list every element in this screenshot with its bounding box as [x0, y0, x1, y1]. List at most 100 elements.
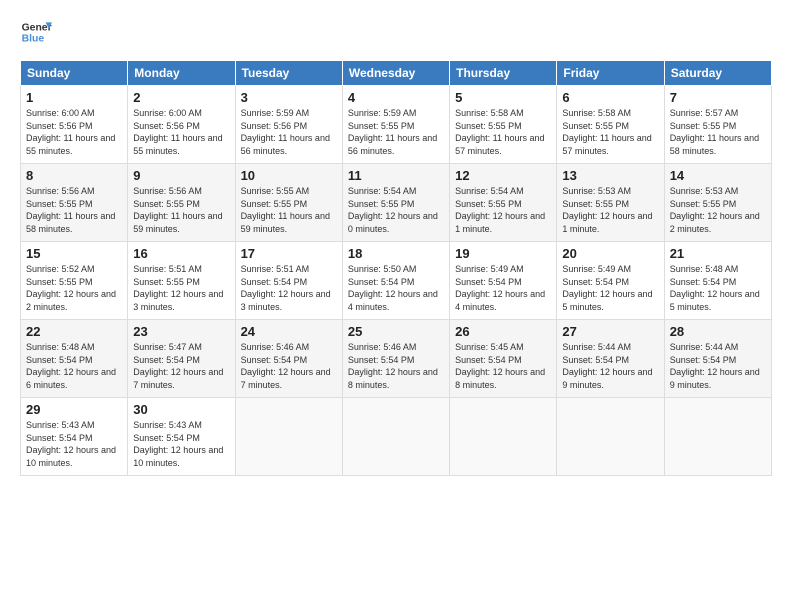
day-number: 17 [241, 246, 337, 261]
day-info: Sunrise: 5:50 AMSunset: 5:54 PMDaylight:… [348, 263, 444, 313]
day-info: Sunrise: 5:52 AMSunset: 5:55 PMDaylight:… [26, 263, 122, 313]
day-info: Sunrise: 5:56 AMSunset: 5:55 PMDaylight:… [133, 185, 229, 235]
day-info: Sunrise: 5:48 AMSunset: 5:54 PMDaylight:… [670, 263, 766, 313]
calendar-cell [342, 398, 449, 476]
day-info: Sunrise: 5:57 AMSunset: 5:55 PMDaylight:… [670, 107, 766, 157]
day-number: 10 [241, 168, 337, 183]
day-number: 3 [241, 90, 337, 105]
calendar-cell: 23 Sunrise: 5:47 AMSunset: 5:54 PMDayligh… [128, 320, 235, 398]
day-info: Sunrise: 5:43 AMSunset: 5:54 PMDaylight:… [26, 419, 122, 469]
day-number: 7 [670, 90, 766, 105]
header: General Blue [20, 16, 772, 48]
day-number: 30 [133, 402, 229, 417]
day-number: 25 [348, 324, 444, 339]
calendar-week-row: 15 Sunrise: 5:52 AMSunset: 5:55 PMDayligh… [21, 242, 772, 320]
day-number: 6 [562, 90, 658, 105]
calendar-cell: 24 Sunrise: 5:46 AMSunset: 5:54 PMDayligh… [235, 320, 342, 398]
calendar-cell: 10 Sunrise: 5:55 AMSunset: 5:55 PMDayligh… [235, 164, 342, 242]
calendar-cell: 19Sunrise: 5:49 AMSunset: 5:54 PMDayligh… [450, 242, 557, 320]
calendar-cell: 14 Sunrise: 5:53 AMSunset: 5:55 PMDayligh… [664, 164, 771, 242]
calendar-cell: 4Sunrise: 5:59 AMSunset: 5:55 PMDaylight… [342, 86, 449, 164]
day-number: 28 [670, 324, 766, 339]
day-info: Sunrise: 6:00 AMSunset: 5:56 PMDaylight:… [26, 107, 122, 157]
day-info: Sunrise: 5:44 AMSunset: 5:54 PMDaylight:… [562, 341, 658, 391]
calendar-cell: 30Sunrise: 5:43 AMSunset: 5:54 PMDayligh… [128, 398, 235, 476]
day-number: 1 [26, 90, 122, 105]
calendar-cell: 22Sunrise: 5:48 AMSunset: 5:54 PMDayligh… [21, 320, 128, 398]
day-number: 14 [670, 168, 766, 183]
day-number: 24 [241, 324, 337, 339]
calendar-table: SundayMondayTuesdayWednesdayThursdayFrid… [20, 60, 772, 476]
calendar-cell: 15 Sunrise: 5:52 AMSunset: 5:55 PMDayligh… [21, 242, 128, 320]
day-info: Sunrise: 5:46 AMSunset: 5:54 PMDaylight:… [348, 341, 444, 391]
day-number: 13 [562, 168, 658, 183]
day-info: Sunrise: 5:54 AMSunset: 5:55 PMDaylight:… [348, 185, 444, 235]
day-info: Sunrise: 5:53 AMSunset: 5:55 PMDaylight:… [562, 185, 658, 235]
day-number: 5 [455, 90, 551, 105]
calendar-cell: 7 Sunrise: 5:57 AMSunset: 5:55 PMDaylight… [664, 86, 771, 164]
day-number: 12 [455, 168, 551, 183]
calendar-cell: 9 Sunrise: 5:56 AMSunset: 5:55 PMDaylight… [128, 164, 235, 242]
calendar-cell: 12 Sunrise: 5:54 AMSunset: 5:55 PMDayligh… [450, 164, 557, 242]
day-number: 20 [562, 246, 658, 261]
calendar-cell: 13 Sunrise: 5:53 AMSunset: 5:55 PMDayligh… [557, 164, 664, 242]
calendar-week-row: 22Sunrise: 5:48 AMSunset: 5:54 PMDayligh… [21, 320, 772, 398]
day-number: 23 [133, 324, 229, 339]
calendar-cell: 5 Sunrise: 5:58 AMSunset: 5:55 PMDaylight… [450, 86, 557, 164]
logo-icon: General Blue [20, 16, 52, 48]
calendar-cell: 3 Sunrise: 5:59 AMSunset: 5:56 PMDaylight… [235, 86, 342, 164]
calendar-week-row: 1 Sunrise: 6:00 AMSunset: 5:56 PMDaylight… [21, 86, 772, 164]
day-info: Sunrise: 5:46 AMSunset: 5:54 PMDaylight:… [241, 341, 337, 391]
day-info: Sunrise: 5:44 AMSunset: 5:54 PMDaylight:… [670, 341, 766, 391]
calendar-cell [664, 398, 771, 476]
day-number: 11 [348, 168, 444, 183]
day-info: Sunrise: 5:58 AMSunset: 5:55 PMDaylight:… [455, 107, 551, 157]
calendar-cell: 27 Sunrise: 5:44 AMSunset: 5:54 PMDayligh… [557, 320, 664, 398]
day-info: Sunrise: 5:47 AMSunset: 5:54 PMDaylight:… [133, 341, 229, 391]
day-info: Sunrise: 5:59 AMSunset: 5:56 PMDaylight:… [241, 107, 337, 157]
calendar-cell: 16 Sunrise: 5:51 AMSunset: 5:55 PMDayligh… [128, 242, 235, 320]
day-info: Sunrise: 6:00 AMSunset: 5:56 PMDaylight:… [133, 107, 229, 157]
calendar-cell: 18 Sunrise: 5:50 AMSunset: 5:54 PMDayligh… [342, 242, 449, 320]
day-number: 26 [455, 324, 551, 339]
calendar-cell: 26 Sunrise: 5:45 AMSunset: 5:54 PMDayligh… [450, 320, 557, 398]
weekday-header: Wednesday [342, 61, 449, 86]
day-number: 16 [133, 246, 229, 261]
day-info: Sunrise: 5:49 AMSunset: 5:54 PMDaylight:… [562, 263, 658, 313]
weekday-header: Saturday [664, 61, 771, 86]
svg-text:Blue: Blue [22, 34, 45, 45]
weekday-header: Friday [557, 61, 664, 86]
day-info: Sunrise: 5:53 AMSunset: 5:55 PMDaylight:… [670, 185, 766, 235]
calendar-cell: 25 Sunrise: 5:46 AMSunset: 5:54 PMDayligh… [342, 320, 449, 398]
calendar-cell: 1 Sunrise: 6:00 AMSunset: 5:56 PMDaylight… [21, 86, 128, 164]
day-info: Sunrise: 5:55 AMSunset: 5:55 PMDaylight:… [241, 185, 337, 235]
calendar-cell: 21 Sunrise: 5:48 AMSunset: 5:54 PMDayligh… [664, 242, 771, 320]
calendar-week-row: 29Sunrise: 5:43 AMSunset: 5:54 PMDayligh… [21, 398, 772, 476]
calendar-cell: 6 Sunrise: 5:58 AMSunset: 5:55 PMDaylight… [557, 86, 664, 164]
day-number: 21 [670, 246, 766, 261]
calendar-week-row: 8 Sunrise: 5:56 AMSunset: 5:55 PMDaylight… [21, 164, 772, 242]
calendar-cell: 8 Sunrise: 5:56 AMSunset: 5:55 PMDaylight… [21, 164, 128, 242]
calendar-cell: 29Sunrise: 5:43 AMSunset: 5:54 PMDayligh… [21, 398, 128, 476]
day-info: Sunrise: 5:54 AMSunset: 5:55 PMDaylight:… [455, 185, 551, 235]
day-number: 27 [562, 324, 658, 339]
day-number: 2 [133, 90, 229, 105]
day-info: Sunrise: 5:45 AMSunset: 5:54 PMDaylight:… [455, 341, 551, 391]
day-info: Sunrise: 5:51 AMSunset: 5:54 PMDaylight:… [241, 263, 337, 313]
weekday-header: Thursday [450, 61, 557, 86]
day-number: 8 [26, 168, 122, 183]
day-info: Sunrise: 5:51 AMSunset: 5:55 PMDaylight:… [133, 263, 229, 313]
calendar-cell: 11 Sunrise: 5:54 AMSunset: 5:55 PMDayligh… [342, 164, 449, 242]
day-number: 15 [26, 246, 122, 261]
day-number: 9 [133, 168, 229, 183]
calendar-cell [557, 398, 664, 476]
day-info: Sunrise: 5:58 AMSunset: 5:55 PMDaylight:… [562, 107, 658, 157]
day-info: Sunrise: 5:48 AMSunset: 5:54 PMDaylight:… [26, 341, 122, 391]
day-info: Sunrise: 5:56 AMSunset: 5:55 PMDaylight:… [26, 185, 122, 235]
logo: General Blue [20, 16, 52, 48]
day-number: 19 [455, 246, 551, 261]
weekday-header: Monday [128, 61, 235, 86]
calendar-cell: 20 Sunrise: 5:49 AMSunset: 5:54 PMDayligh… [557, 242, 664, 320]
calendar-cell: 17 Sunrise: 5:51 AMSunset: 5:54 PMDayligh… [235, 242, 342, 320]
day-number: 18 [348, 246, 444, 261]
